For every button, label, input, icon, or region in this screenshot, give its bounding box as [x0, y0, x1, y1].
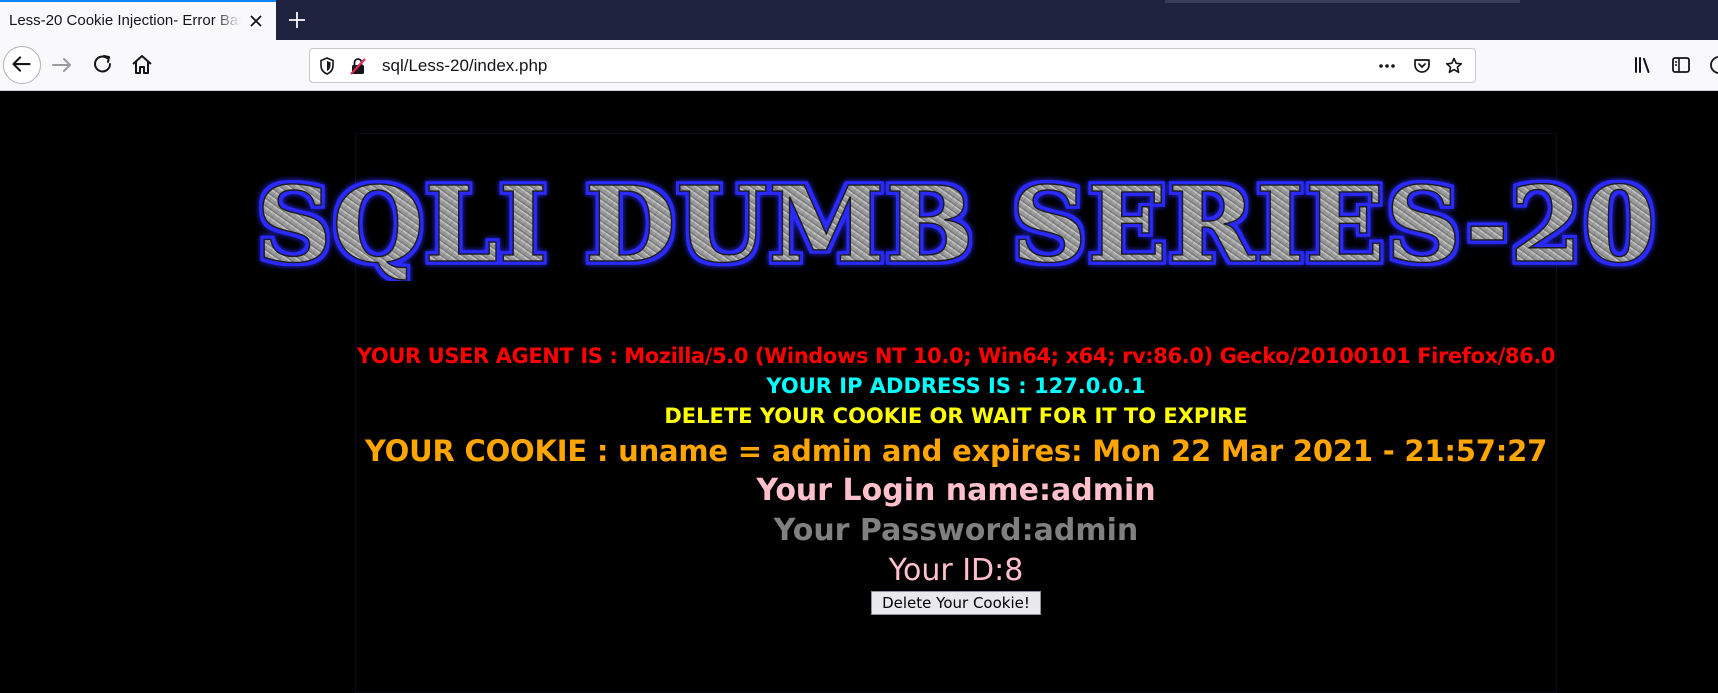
shield-icon[interactable]	[317, 56, 337, 76]
account-icon[interactable]	[1708, 54, 1718, 76]
banner-title: SQLI DUMB SERIES-20	[255, 171, 1657, 281]
plus-icon[interactable]	[286, 9, 308, 31]
library-icon[interactable]	[1632, 54, 1654, 76]
url-bar[interactable]: sql/Less-20/index.php	[309, 48, 1476, 83]
user-id-line: Your ID:8	[888, 553, 1024, 588]
banner-text: SQLI DUMB SERIES-20	[256, 171, 1656, 281]
delete-cookie-button[interactable]: Delete Your Cookie!	[871, 591, 1041, 615]
arrow-left-icon	[12, 56, 31, 72]
user-agent-line: YOUR USER AGENT IS : Mozilla/5.0 (Window…	[356, 344, 1556, 368]
cookie-line: YOUR COOKIE : uname = admin and expires:…	[364, 434, 1548, 468]
button-row: Delete Your Cookie!	[355, 591, 1557, 615]
page-content: SQLI DUMB SERIES-20 YOUR USER AGENT IS :…	[0, 91, 1718, 693]
ip-address-line: YOUR IP ADDRESS IS : 127.0.0.1	[766, 374, 1146, 398]
more-icon[interactable]	[1377, 56, 1397, 76]
delete-cookie-notice: DELETE YOUR COOKIE OR WAIT FOR IT TO EXP…	[664, 404, 1248, 428]
login-name-line: Your Login name:admin	[756, 473, 1156, 508]
reload-icon[interactable]	[86, 48, 120, 82]
url-text: sql/Less-20/index.php	[382, 56, 548, 75]
navigation-toolbar: sql/Less-20/index.php	[0, 40, 1718, 91]
tab-strip: Less-20 Cookie Injection- Error Based	[0, 0, 1718, 40]
insecure-lock-icon[interactable]	[348, 56, 368, 76]
home-icon[interactable]	[125, 48, 159, 82]
info-panel: YOUR USER AGENT IS : Mozilla/5.0 (Window…	[355, 341, 1557, 615]
sidebar-icon[interactable]	[1670, 54, 1692, 76]
star-icon[interactable]	[1444, 56, 1464, 76]
back-button[interactable]	[3, 46, 41, 84]
tab-active[interactable]: Less-20 Cookie Injection- Error Based	[0, 0, 276, 40]
tab-title: Less-20 Cookie Injection- Error Based	[9, 12, 241, 29]
close-icon[interactable]	[246, 11, 266, 31]
tabstrip-shadow	[1165, 0, 1520, 3]
pocket-icon[interactable]	[1412, 56, 1432, 76]
password-line: Your Password:admin	[773, 513, 1139, 548]
arrow-right-icon[interactable]	[46, 48, 80, 82]
